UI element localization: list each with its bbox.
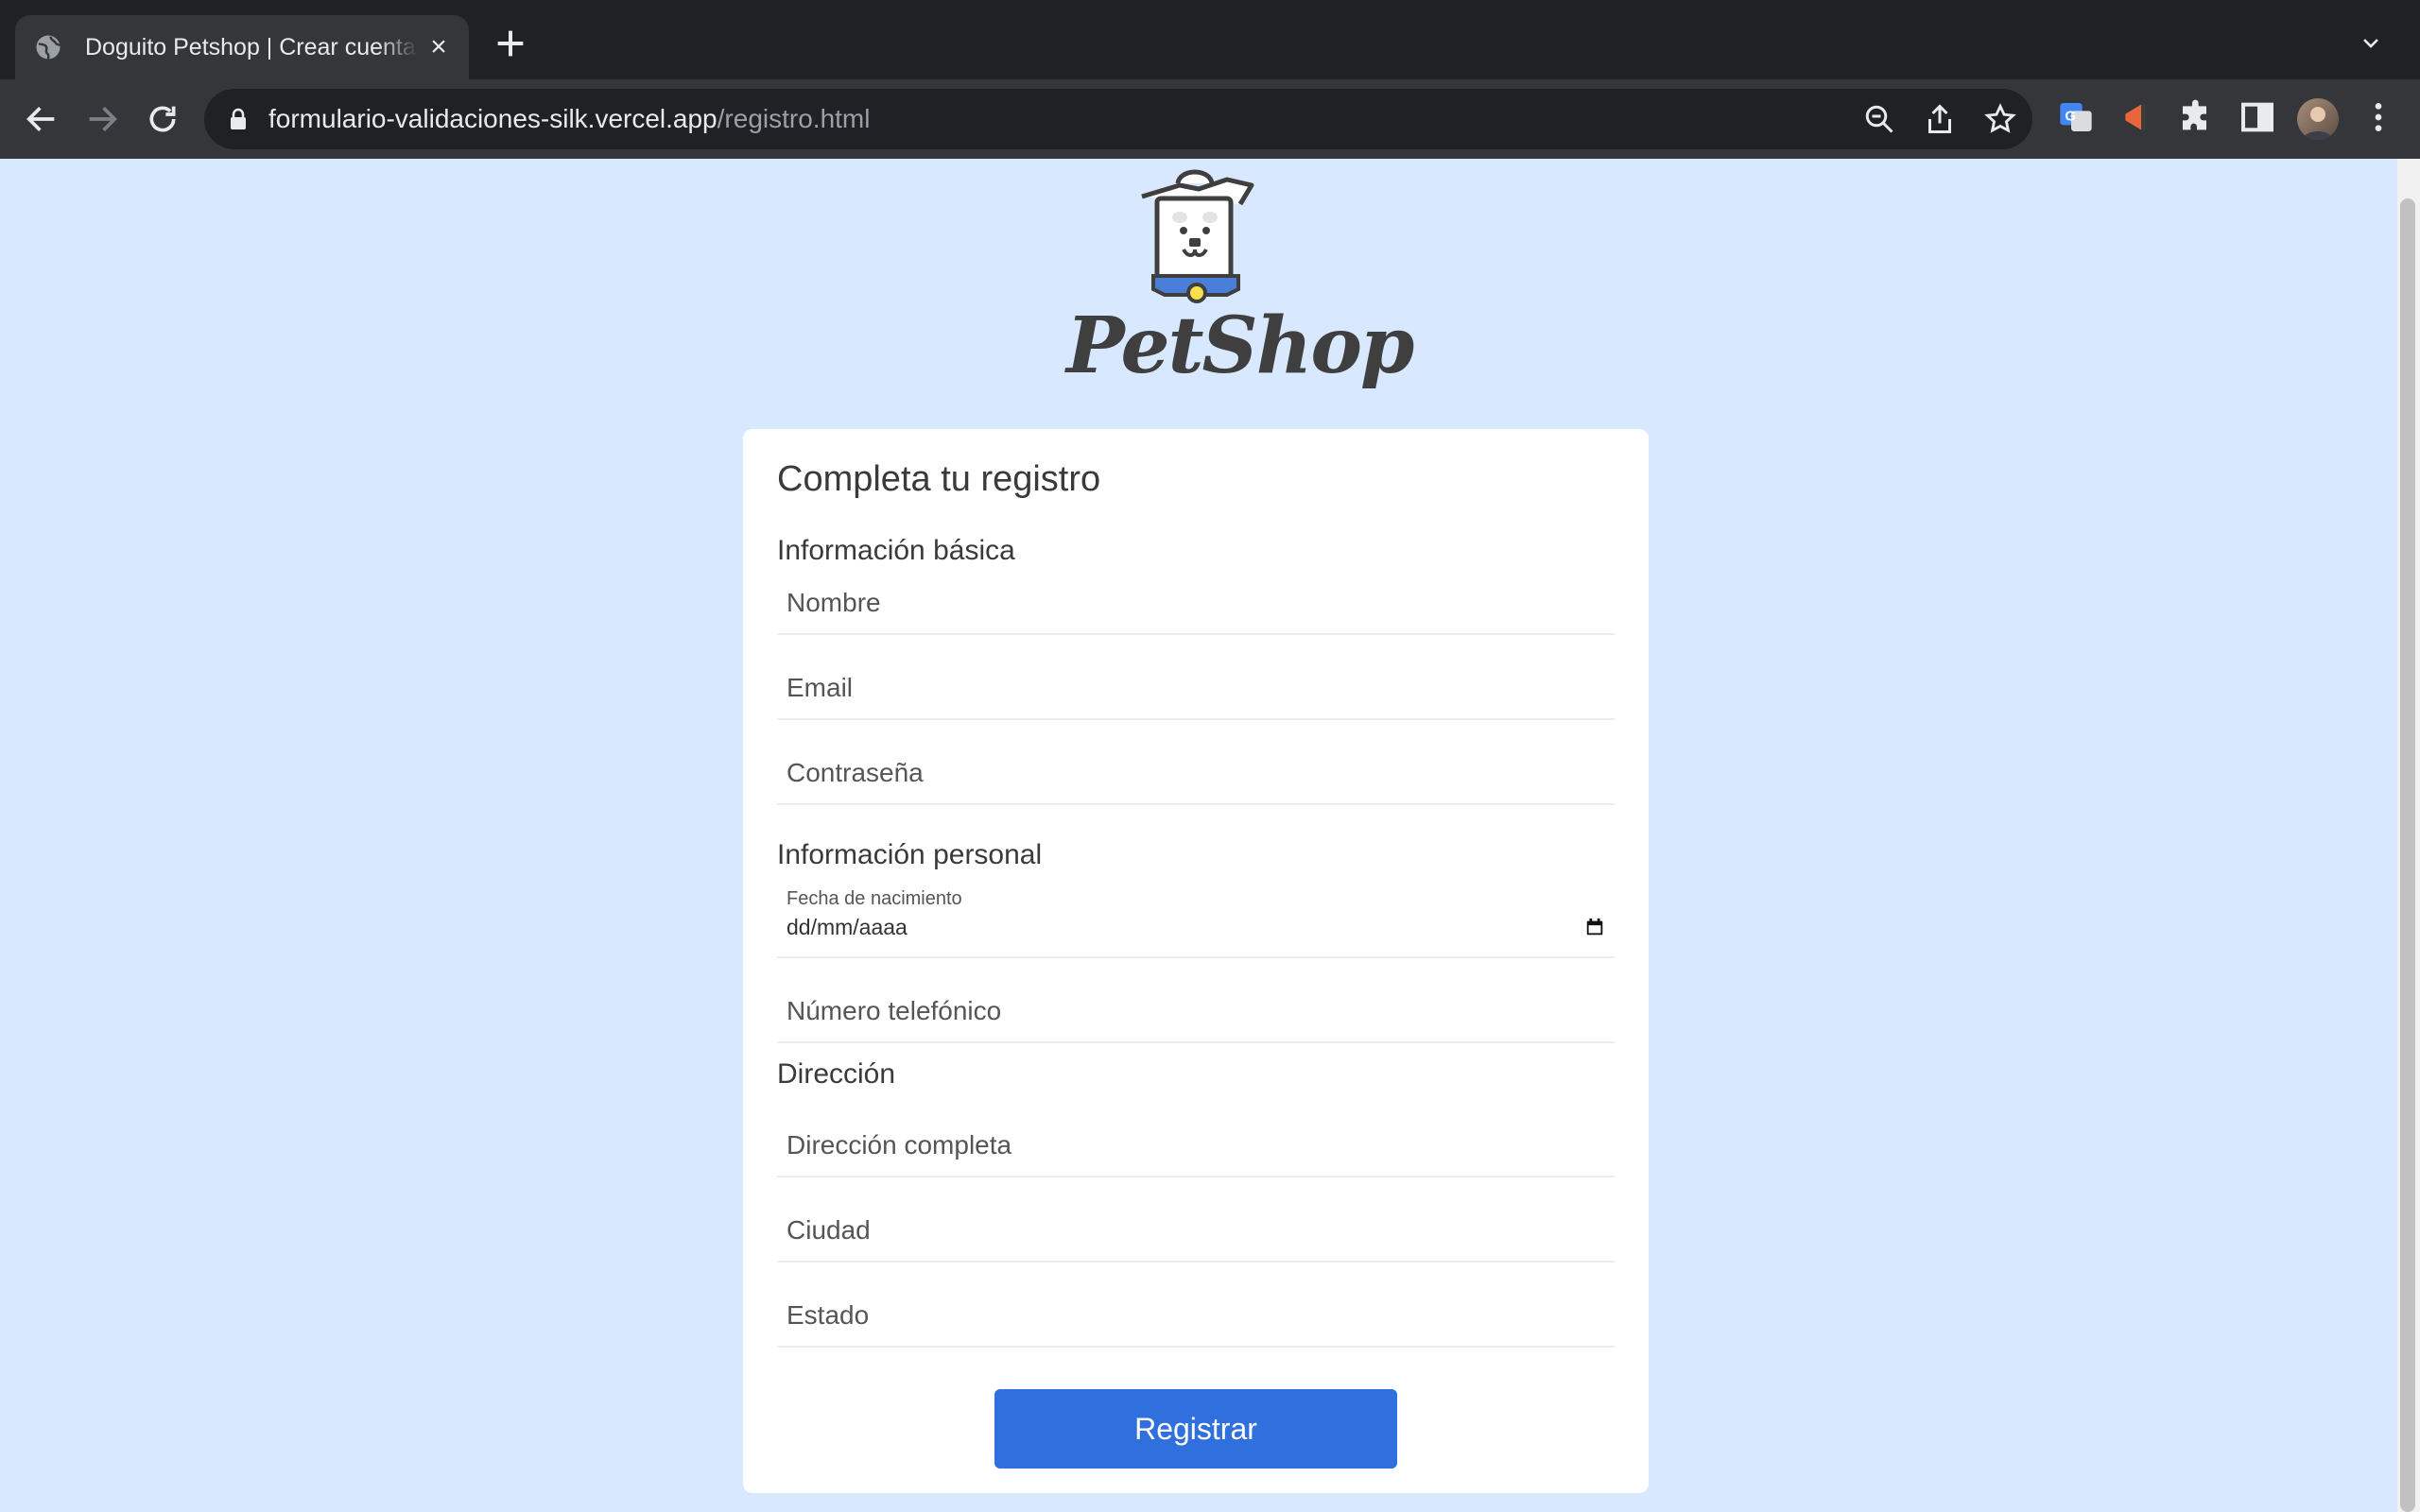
chevron-down-icon[interactable] (2360, 32, 2382, 55)
email-field (777, 654, 1615, 720)
tab-title: Doguito Petshop | Crear cuenta (85, 33, 416, 60)
browser-tab[interactable]: Doguito Petshop | Crear cuenta × (15, 15, 469, 79)
url-text: formulario-validaciones-silk.vercel.app/… (268, 104, 870, 134)
url-path: /registro.html (717, 104, 871, 133)
address-bar[interactable]: formulario-validaciones-silk.vercel.app/… (204, 89, 2032, 149)
kebab-menu-icon[interactable] (2360, 98, 2397, 136)
forward-arrow-icon[interactable] (83, 100, 121, 138)
form-title: Completa tu registro (777, 459, 1101, 499)
extension-icon[interactable] (2118, 98, 2155, 136)
password-input[interactable] (777, 747, 1615, 799)
address-input[interactable] (777, 1119, 1615, 1172)
birthdate-field[interactable]: Fecha de nacimiento dd/mm/aaaa (777, 883, 1615, 958)
puzzle-icon[interactable] (2178, 98, 2216, 136)
scrollbar-thumb[interactable] (2400, 198, 2415, 1512)
back-arrow-icon[interactable] (23, 100, 60, 138)
address-field (777, 1111, 1615, 1177)
avatar-icon (2303, 107, 2333, 140)
section-address: Dirección (777, 1058, 896, 1090)
city-input[interactable] (777, 1204, 1615, 1257)
globe-icon (36, 35, 60, 60)
section-personal-info: Información personal (777, 839, 1043, 870)
lock-icon[interactable] (229, 108, 248, 130)
birthdate-input[interactable]: dd/mm/aaaa (786, 915, 908, 940)
calendar-icon[interactable] (1584, 917, 1605, 937)
page-viewport: PetShop Completa tu registro Información… (0, 159, 2397, 1512)
translate-extension-icon[interactable]: G (2057, 98, 2095, 136)
email-input[interactable] (777, 662, 1615, 714)
logo-text: PetShop (1066, 301, 1414, 391)
side-panel-icon[interactable] (2238, 98, 2276, 136)
nombre-input[interactable] (777, 576, 1615, 629)
register-button[interactable]: Registrar (994, 1389, 1397, 1469)
zoom-out-icon[interactable] (1862, 102, 1896, 136)
state-input[interactable] (777, 1289, 1615, 1342)
plus-icon[interactable] (492, 25, 529, 62)
svg-text:G: G (2065, 108, 2076, 124)
phone-field (777, 977, 1615, 1043)
registration-form: Completa tu registro Información básica … (743, 429, 1649, 1493)
city-field (777, 1196, 1615, 1263)
browser-tab-strip: Doguito Petshop | Crear cuenta × (0, 0, 2420, 79)
dog-logo-icon (1141, 169, 1254, 303)
phone-input[interactable] (777, 985, 1615, 1038)
close-icon[interactable]: × (425, 33, 452, 61)
state-field (777, 1281, 1615, 1348)
section-basic-info: Información básica (777, 535, 1015, 566)
nombre-field (777, 569, 1615, 635)
birthdate-label: Fecha de nacimiento (786, 888, 962, 909)
share-icon[interactable] (1923, 102, 1957, 136)
avatar[interactable] (2297, 98, 2339, 140)
url-host: formulario-validaciones-silk.vercel.app (268, 104, 717, 133)
reload-icon[interactable] (144, 100, 182, 138)
star-icon[interactable] (1983, 102, 2017, 136)
password-field (777, 739, 1615, 805)
